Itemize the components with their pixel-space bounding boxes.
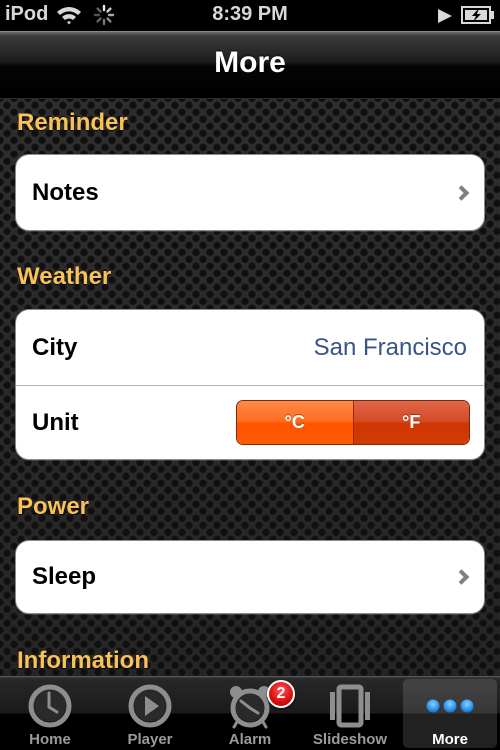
navigation-bar: More — [0, 31, 500, 99]
play-icon — [438, 9, 452, 23]
status-bar: iPod 8:39 PM — [0, 0, 500, 31]
weather-group: City San Francisco Unit °C °F — [15, 309, 485, 460]
tab-label: More — [432, 731, 468, 748]
city-row[interactable]: City San Francisco — [16, 310, 484, 385]
sleep-row[interactable]: Sleep — [16, 541, 484, 613]
play-circle-icon — [128, 684, 172, 728]
section-header-power: Power — [17, 493, 90, 520]
section-header-weather: Weather — [17, 263, 112, 290]
celsius-segment[interactable]: °C — [237, 401, 353, 444]
battery-charging-icon — [461, 6, 494, 24]
unit-label: Unit — [32, 409, 79, 436]
more-dots-icon — [426, 699, 474, 713]
tab-label: Alarm — [228, 731, 272, 748]
unit-row: Unit °C °F — [16, 385, 484, 459]
clock-icon — [28, 684, 72, 728]
reminder-group: Notes — [15, 154, 485, 231]
power-group: Sleep — [15, 540, 485, 614]
fahrenheit-segment[interactable]: °F — [352, 401, 469, 444]
tab-label: Slideshow — [312, 731, 388, 748]
chevron-right-icon — [453, 184, 470, 201]
section-header-reminder: Reminder — [17, 109, 128, 136]
alarm-clock-icon — [230, 686, 270, 729]
alarm-badge: 2 — [267, 680, 295, 708]
tab-home[interactable]: Home — [0, 677, 100, 750]
page-title: More — [214, 46, 286, 79]
tab-player[interactable]: Player — [100, 677, 200, 750]
tab-bar: Home Player 2 Alarm Slideshow More — [0, 676, 500, 750]
tab-label: Home — [29, 731, 71, 748]
sleep-label: Sleep — [32, 563, 97, 590]
tab-alarm[interactable]: 2 Alarm — [200, 677, 300, 750]
settings-list[interactable]: Reminder Notes Weather City San Francisc… — [0, 99, 500, 676]
slideshow-icon — [330, 684, 370, 728]
chevron-right-icon — [453, 569, 470, 585]
tab-label: Player — [127, 731, 173, 748]
unit-segmented-control: °C °F — [236, 400, 470, 445]
city-value: San Francisco — [313, 333, 467, 361]
tab-more[interactable]: More — [400, 677, 500, 750]
status-time: 8:39 PM — [212, 3, 288, 25]
section-header-information: Information — [17, 647, 149, 674]
tab-slideshow[interactable]: Slideshow — [300, 677, 400, 750]
city-label: City — [32, 333, 78, 361]
notes-row[interactable]: Notes — [16, 155, 484, 230]
notes-label: Notes — [32, 178, 99, 206]
